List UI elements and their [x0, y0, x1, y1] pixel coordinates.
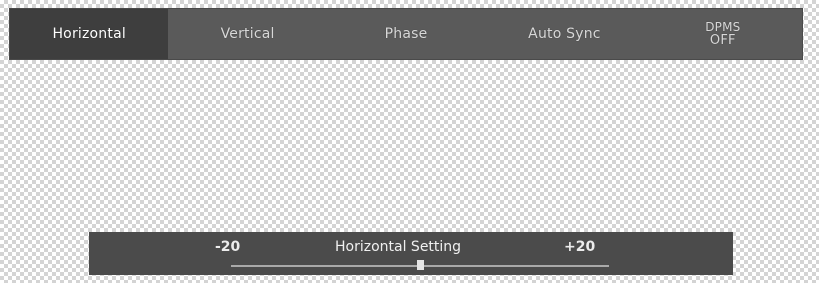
tab-auto-sync[interactable]: Auto Sync — [485, 9, 643, 59]
tab-horizontal-label: Horizontal — [52, 26, 126, 42]
slider-min-label: -20 — [215, 239, 241, 255]
tab-phase[interactable]: Phase — [327, 9, 485, 59]
tab-vertical[interactable]: Vertical — [168, 9, 326, 59]
tab-dpms-label: DPMS — [705, 20, 741, 34]
horizontal-slider-thumb[interactable] — [417, 260, 424, 270]
tab-dpms-state: OFF — [709, 33, 736, 48]
tab-horizontal[interactable]: Horizontal — [10, 9, 169, 59]
tab-vertical-label: Vertical — [220, 26, 275, 42]
osd-menu-bar: Horizontal Vertical Phase Auto Sync DPMS… — [9, 8, 803, 60]
horizontal-setting-panel: -20 Horizontal Setting +20 — [89, 232, 733, 275]
setting-title: Horizontal Setting — [335, 239, 462, 255]
tab-phase-label: Phase — [384, 26, 428, 42]
slider-max-label: +20 — [564, 239, 596, 255]
tab-dpms[interactable]: DPMS OFF — [644, 9, 802, 59]
tab-auto-sync-label: Auto Sync — [528, 26, 601, 42]
